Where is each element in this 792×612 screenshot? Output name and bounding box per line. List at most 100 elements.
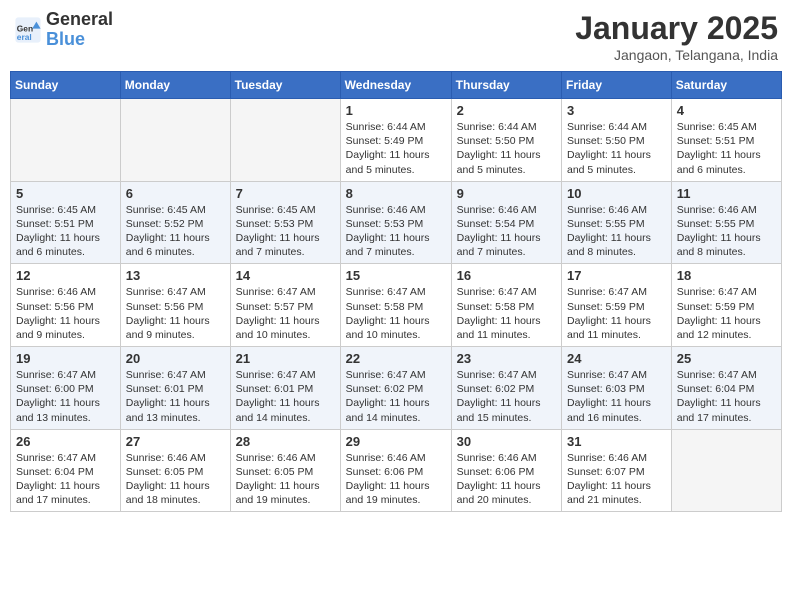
calendar-day-cell: 24 Sunrise: 6:47 AMSunset: 6:03 PMDayligh… [562,347,672,430]
calendar-day-cell: 11 Sunrise: 6:46 AMSunset: 5:55 PMDayligh… [671,181,781,264]
calendar-day-cell: 8 Sunrise: 6:46 AMSunset: 5:53 PMDaylight… [340,181,451,264]
day-info: Sunrise: 6:46 AMSunset: 6:06 PMDaylight:… [457,451,556,508]
day-number: 2 [457,103,556,118]
day-number: 15 [346,268,446,283]
day-number: 3 [567,103,666,118]
title-block: January 2025 Jangaon, Telangana, India [575,10,778,63]
calendar-day-cell [671,429,781,512]
calendar-day-cell: 27Sunrise: 6:46 AMSunset: 6:05 PMDayligh… [120,429,230,512]
page-header: Gen eral General Blue January 2025 Janga… [10,10,782,63]
day-info: Sunrise: 6:47 AMSunset: 5:57 PMDaylight:… [236,285,335,342]
calendar-day-cell: 30Sunrise: 6:46 AMSunset: 6:06 PMDayligh… [451,429,561,512]
weekday-header-sunday: Sunday [11,72,121,99]
month-title: January 2025 [575,10,778,47]
calendar-day-cell: 9Sunrise: 6:46 AMSunset: 5:54 PMDaylight… [451,181,561,264]
day-info: Sunrise: 6:46 AMSunset: 5:54 PMDaylight:… [457,203,556,260]
day-number: 25 [677,351,776,366]
weekday-header-saturday: Saturday [671,72,781,99]
calendar-day-cell: 15Sunrise: 6:47 AMSunset: 5:58 PMDayligh… [340,264,451,347]
calendar-day-cell [230,99,340,182]
calendar-week-row: 19 Sunrise: 6:47 AMSunset: 6:00 PMDayligh… [11,347,782,430]
day-number: 31 [567,434,666,449]
day-info: Sunrise: 6:45 AMSunset: 5:52 PMDaylight:… [126,203,225,260]
day-number: 12 [16,268,115,283]
calendar-day-cell: 20 Sunrise: 6:47 AMSunset: 6:01 PMDayligh… [120,347,230,430]
calendar-day-cell: 19 Sunrise: 6:47 AMSunset: 6:00 PMDayligh… [11,347,121,430]
calendar-day-cell: 7 Sunrise: 6:45 AMSunset: 5:53 PMDaylight… [230,181,340,264]
day-number: 27 [126,434,225,449]
calendar-week-row: 26Sunrise: 6:47 AMSunset: 6:04 PMDayligh… [11,429,782,512]
calendar-day-cell: 21Sunrise: 6:47 AMSunset: 6:01 PMDayligh… [230,347,340,430]
day-info: Sunrise: 6:47 AMSunset: 6:02 PMDaylight:… [457,368,556,425]
day-info: Sunrise: 6:45 AMSunset: 5:51 PMDaylight:… [16,203,115,260]
calendar-day-cell: 2 Sunrise: 6:44 AMSunset: 5:50 PMDaylight… [451,99,561,182]
calendar-day-cell: 25 Sunrise: 6:47 AMSunset: 6:04 PMDayligh… [671,347,781,430]
calendar-day-cell: 5 Sunrise: 6:45 AMSunset: 5:51 PMDaylight… [11,181,121,264]
day-number: 18 [677,268,776,283]
calendar-day-cell [120,99,230,182]
day-number: 23 [457,351,556,366]
weekday-header-monday: Monday [120,72,230,99]
day-info: Sunrise: 6:45 AMSunset: 5:53 PMDaylight:… [236,203,335,260]
day-number: 28 [236,434,335,449]
logo: Gen eral General Blue [14,10,113,50]
day-number: 29 [346,434,446,449]
calendar-day-cell: 28 Sunrise: 6:46 AMSunset: 6:05 PMDayligh… [230,429,340,512]
day-number: 1 [346,103,446,118]
day-info: Sunrise: 6:46 AMSunset: 5:55 PMDaylight:… [677,203,776,260]
calendar-day-cell: 3 Sunrise: 6:44 AMSunset: 5:50 PMDaylight… [562,99,672,182]
day-number: 8 [346,186,446,201]
day-info: Sunrise: 6:47 AMSunset: 5:59 PMDaylight:… [567,285,666,342]
calendar-day-cell: 4Sunrise: 6:45 AMSunset: 5:51 PMDaylight… [671,99,781,182]
day-number: 20 [126,351,225,366]
calendar-week-row: 1Sunrise: 6:44 AMSunset: 5:49 PMDaylight… [11,99,782,182]
day-info: Sunrise: 6:47 AMSunset: 6:03 PMDaylight:… [567,368,666,425]
day-number: 13 [126,268,225,283]
day-number: 19 [16,351,115,366]
weekday-header-wednesday: Wednesday [340,72,451,99]
day-info: Sunrise: 6:44 AMSunset: 5:50 PMDaylight:… [457,120,556,177]
calendar-week-row: 12Sunrise: 6:46 AMSunset: 5:56 PMDayligh… [11,264,782,347]
day-number: 11 [677,186,776,201]
calendar-day-cell: 16 Sunrise: 6:47 AMSunset: 5:58 PMDayligh… [451,264,561,347]
day-info: Sunrise: 6:47 AMSunset: 6:01 PMDaylight:… [126,368,225,425]
day-number: 14 [236,268,335,283]
day-number: 7 [236,186,335,201]
day-info: Sunrise: 6:47 AMSunset: 6:01 PMDaylight:… [236,368,335,425]
weekday-header-friday: Friday [562,72,672,99]
day-info: Sunrise: 6:47 AMSunset: 6:04 PMDaylight:… [677,368,776,425]
day-number: 22 [346,351,446,366]
day-info: Sunrise: 6:46 AMSunset: 5:53 PMDaylight:… [346,203,446,260]
day-number: 6 [126,186,225,201]
calendar-day-cell: 18Sunrise: 6:47 AMSunset: 5:59 PMDayligh… [671,264,781,347]
day-info: Sunrise: 6:47 AMSunset: 6:00 PMDaylight:… [16,368,115,425]
calendar-week-row: 5 Sunrise: 6:45 AMSunset: 5:51 PMDaylight… [11,181,782,264]
day-number: 24 [567,351,666,366]
svg-text:eral: eral [17,32,32,42]
day-info: Sunrise: 6:46 AMSunset: 6:06 PMDaylight:… [346,451,446,508]
calendar-day-cell: 13 Sunrise: 6:47 AMSunset: 5:56 PMDayligh… [120,264,230,347]
day-info: Sunrise: 6:46 AMSunset: 6:05 PMDaylight:… [236,451,335,508]
calendar-table: SundayMondayTuesdayWednesdayThursdayFrid… [10,71,782,512]
day-info: Sunrise: 6:46 AMSunset: 6:07 PMDaylight:… [567,451,666,508]
calendar-day-cell: 26Sunrise: 6:47 AMSunset: 6:04 PMDayligh… [11,429,121,512]
calendar-day-cell: 1Sunrise: 6:44 AMSunset: 5:49 PMDaylight… [340,99,451,182]
calendar-day-cell: 23 Sunrise: 6:47 AMSunset: 6:02 PMDayligh… [451,347,561,430]
day-number: 5 [16,186,115,201]
weekday-header-thursday: Thursday [451,72,561,99]
calendar-day-cell: 17Sunrise: 6:47 AMSunset: 5:59 PMDayligh… [562,264,672,347]
calendar-day-cell: 12Sunrise: 6:46 AMSunset: 5:56 PMDayligh… [11,264,121,347]
calendar-day-cell: 6 Sunrise: 6:45 AMSunset: 5:52 PMDaylight… [120,181,230,264]
day-info: Sunrise: 6:44 AMSunset: 5:50 PMDaylight:… [567,120,666,177]
day-number: 16 [457,268,556,283]
weekday-header-tuesday: Tuesday [230,72,340,99]
day-number: 10 [567,186,666,201]
calendar-day-cell [11,99,121,182]
calendar-day-cell: 29 Sunrise: 6:46 AMSunset: 6:06 PMDayligh… [340,429,451,512]
calendar-day-cell: 22Sunrise: 6:47 AMSunset: 6:02 PMDayligh… [340,347,451,430]
calendar-day-cell: 14 Sunrise: 6:47 AMSunset: 5:57 PMDayligh… [230,264,340,347]
day-info: Sunrise: 6:47 AMSunset: 5:58 PMDaylight:… [457,285,556,342]
day-info: Sunrise: 6:47 AMSunset: 5:56 PMDaylight:… [126,285,225,342]
day-number: 4 [677,103,776,118]
day-number: 26 [16,434,115,449]
